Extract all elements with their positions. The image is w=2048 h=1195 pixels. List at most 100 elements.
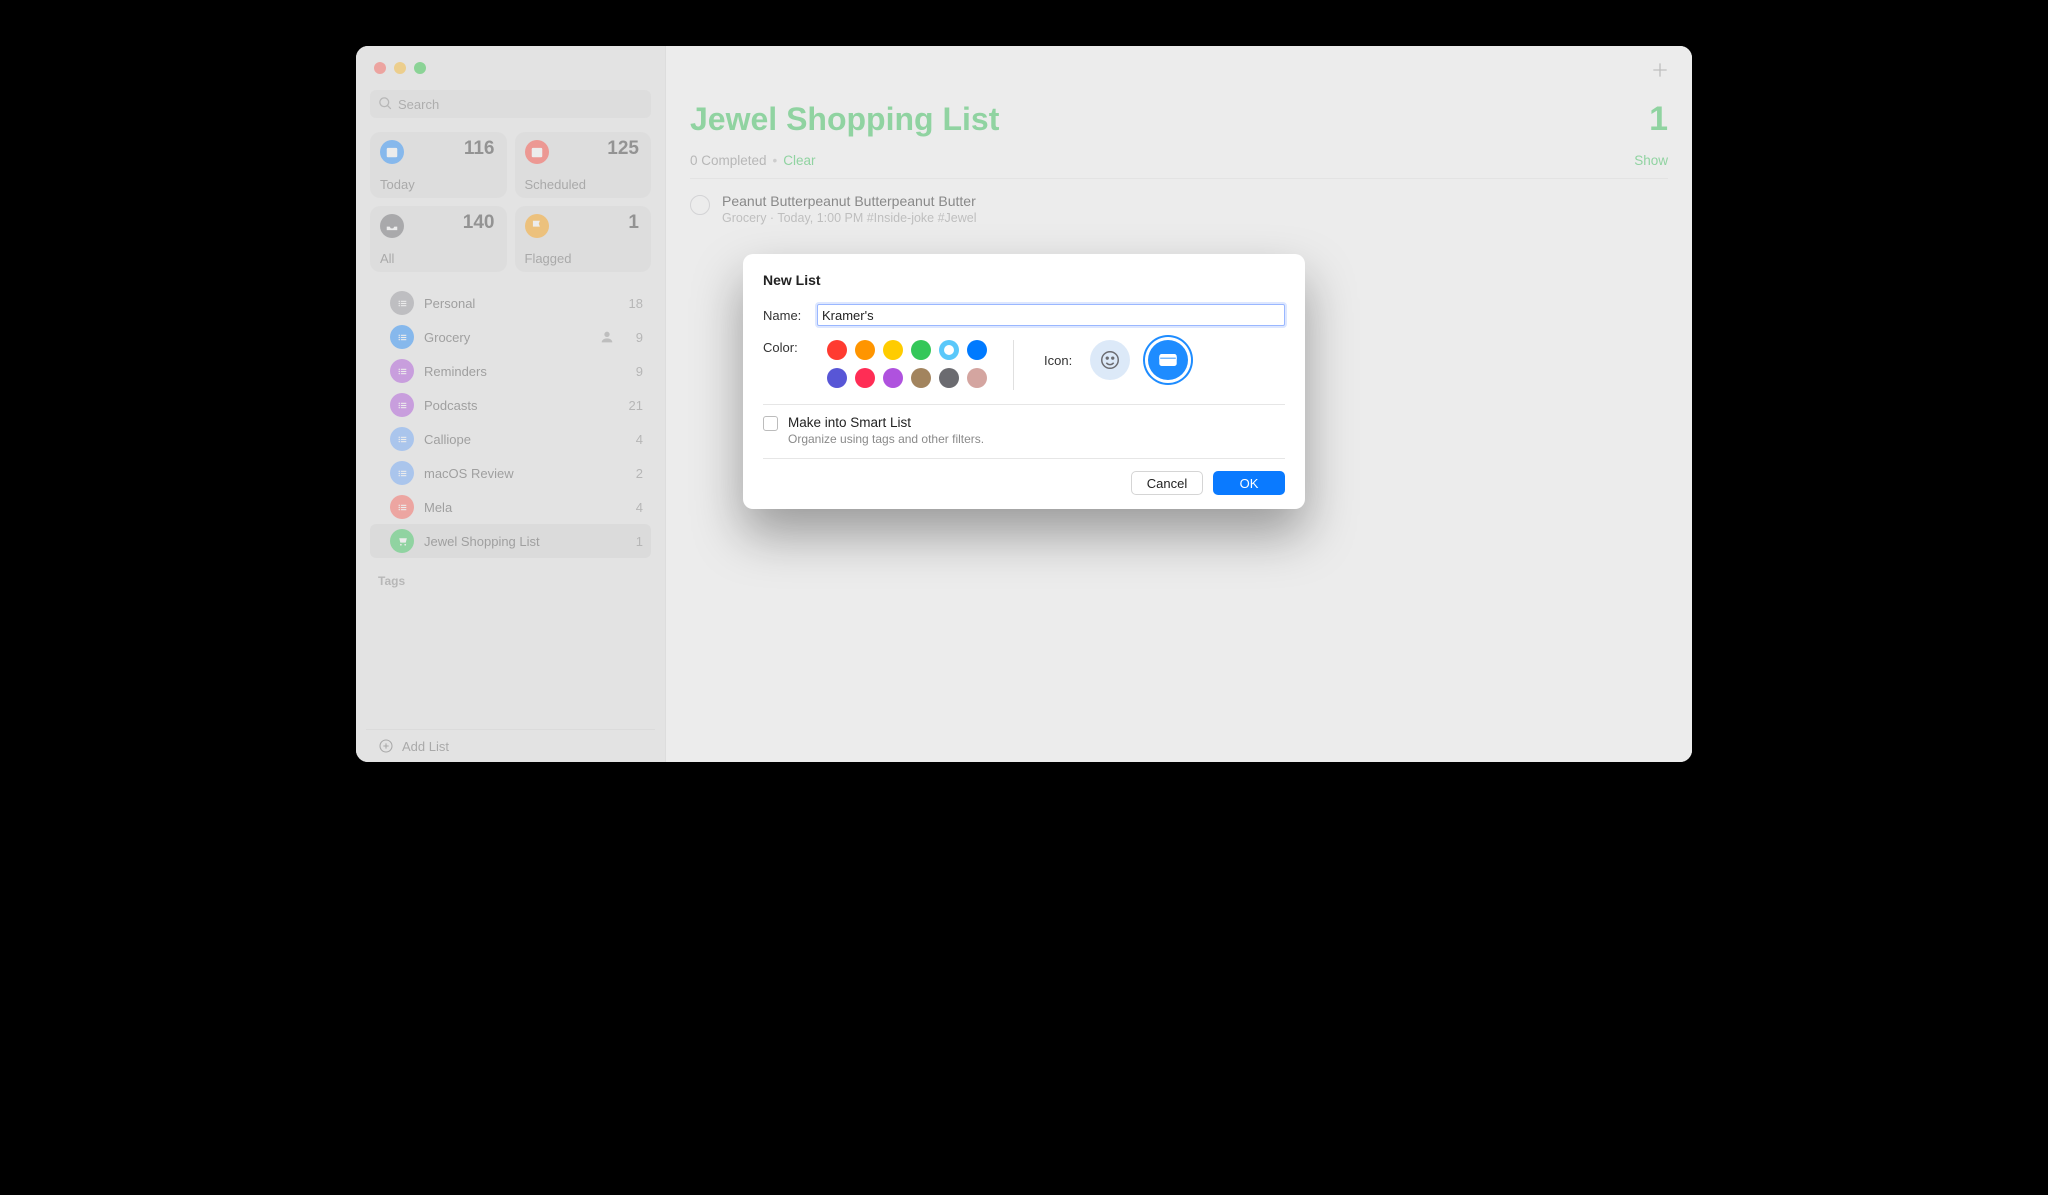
- color-swatches: [827, 340, 987, 388]
- list-bullet-icon: [390, 393, 414, 417]
- list-count: 9: [629, 364, 643, 379]
- color-swatch[interactable]: [967, 340, 987, 360]
- stat-count: 116: [464, 138, 495, 160]
- list-label: Reminders: [424, 364, 619, 379]
- smart-list-checkbox[interactable]: [763, 416, 778, 431]
- stat-all[interactable]: 140 All: [370, 206, 507, 272]
- sidebar-list-item[interactable]: Podcasts21: [370, 388, 651, 422]
- color-label: Color:: [763, 340, 817, 355]
- color-swatch[interactable]: [883, 368, 903, 388]
- color-swatch[interactable]: [967, 368, 987, 388]
- list-label: Grocery: [424, 330, 589, 345]
- list-count: 18: [629, 296, 643, 311]
- reminders-list: Peanut Butterpeanut Butterpeanut Butter …: [690, 178, 1668, 229]
- new-list-sheet: New List Name: Color: Icon:: [743, 254, 1305, 509]
- search-icon: [378, 96, 393, 111]
- card-icon-option[interactable]: [1148, 340, 1188, 380]
- list-bullet-icon: [390, 291, 414, 315]
- icon-options: [1090, 340, 1188, 380]
- close-window-button[interactable]: [374, 62, 386, 74]
- stat-count: 140: [463, 212, 495, 234]
- complete-toggle[interactable]: [690, 195, 710, 215]
- completed-text: 0 Completed: [690, 153, 767, 168]
- cart-icon: [390, 529, 414, 553]
- list-name-input[interactable]: [817, 304, 1285, 326]
- ok-button[interactable]: OK: [1213, 471, 1285, 495]
- color-swatch[interactable]: [827, 340, 847, 360]
- credit-card-icon: [1157, 349, 1179, 371]
- add-list-button[interactable]: Add List: [366, 729, 655, 762]
- list-bullet-icon: [390, 495, 414, 519]
- completed-row: 0 Completed • Clear Show: [690, 153, 1668, 168]
- reminder-item[interactable]: Peanut Butterpeanut Butterpeanut Butter …: [690, 189, 1668, 229]
- icon-picker-section: Icon:: [1044, 340, 1188, 380]
- sidebar-list-item[interactable]: Jewel Shopping List1: [370, 524, 651, 558]
- maximize-window-button[interactable]: [414, 62, 426, 74]
- list-label: Mela: [424, 500, 619, 515]
- list-bullet-icon: [390, 359, 414, 383]
- color-swatch[interactable]: [939, 340, 959, 360]
- color-swatch[interactable]: [939, 368, 959, 388]
- stat-flagged[interactable]: 1 Flagged: [515, 206, 652, 272]
- sidebar-list-item[interactable]: Personal 18: [370, 286, 651, 320]
- list-count: 1: [1649, 100, 1668, 139]
- list-count: 21: [629, 398, 643, 413]
- list-bullet-icon: [390, 325, 414, 349]
- clear-completed-button[interactable]: Clear: [783, 153, 815, 168]
- name-row: Name:: [763, 304, 1285, 326]
- name-label: Name:: [763, 308, 817, 323]
- plus-icon: [1650, 60, 1670, 80]
- sheet-title: New List: [763, 272, 1285, 288]
- sheet-buttons: Cancel OK: [763, 471, 1285, 495]
- icon-label: Icon:: [1044, 353, 1072, 368]
- list-label: Calliope: [424, 432, 619, 447]
- list-label: Jewel Shopping List: [424, 534, 619, 549]
- stat-label: Scheduled: [525, 177, 642, 192]
- list-label: Personal: [424, 296, 619, 311]
- new-reminder-button[interactable]: [1650, 60, 1670, 85]
- tags-header: Tags: [378, 574, 651, 588]
- show-completed-button[interactable]: Show: [1634, 153, 1668, 168]
- color-swatch[interactable]: [911, 340, 931, 360]
- list-bullet-icon: [390, 427, 414, 451]
- stat-scheduled[interactable]: 125 Scheduled: [515, 132, 652, 198]
- sidebar-list-item[interactable]: Grocery 9: [370, 320, 651, 354]
- sidebar-list-item[interactable]: Mela 4: [370, 490, 651, 524]
- stat-label: All: [380, 251, 497, 266]
- reminder-title: Peanut Butterpeanut Butterpeanut Butter: [722, 193, 977, 209]
- divider: [1013, 340, 1014, 390]
- add-list-label: Add List: [402, 739, 449, 754]
- minimize-window-button[interactable]: [394, 62, 406, 74]
- cancel-button[interactable]: Cancel: [1131, 471, 1203, 495]
- search-box: [370, 90, 651, 118]
- emoji-icon-option[interactable]: [1090, 340, 1130, 380]
- stat-count: 1: [628, 212, 639, 234]
- color-picker-section: Color:: [763, 340, 987, 388]
- list-count: 9: [629, 330, 643, 345]
- calendar-today-icon: [380, 140, 404, 164]
- color-swatch[interactable]: [855, 340, 875, 360]
- smart-list-desc: Organize using tags and other filters.: [788, 432, 984, 446]
- smart-list-section: Make into Smart List Organize using tags…: [763, 404, 1285, 459]
- stat-today[interactable]: 116 Today: [370, 132, 507, 198]
- list-count: 4: [629, 500, 643, 515]
- list-bullet-icon: [390, 461, 414, 485]
- color-swatch[interactable]: [855, 368, 875, 388]
- color-swatch[interactable]: [827, 368, 847, 388]
- title-row: Jewel Shopping List 1: [690, 100, 1668, 139]
- stat-label: Today: [380, 177, 497, 192]
- search-input[interactable]: [370, 90, 651, 118]
- sidebar-list-item[interactable]: macOS Review2: [370, 456, 651, 490]
- sidebar: 116 Today 125 Scheduled 140 All 1 Flagge…: [356, 46, 666, 762]
- smart-list-title: Make into Smart List: [788, 415, 984, 430]
- list-count: 4: [629, 432, 643, 447]
- sidebar-list-item[interactable]: Calliope 4: [370, 422, 651, 456]
- plus-circle-icon: [378, 738, 394, 754]
- tray-icon: [380, 214, 404, 238]
- color-swatch[interactable]: [883, 340, 903, 360]
- color-swatch[interactable]: [911, 368, 931, 388]
- stat-label: Flagged: [525, 251, 642, 266]
- calendar-icon: [525, 140, 549, 164]
- shared-icon: [599, 329, 615, 345]
- sidebar-list-item[interactable]: Reminders 9: [370, 354, 651, 388]
